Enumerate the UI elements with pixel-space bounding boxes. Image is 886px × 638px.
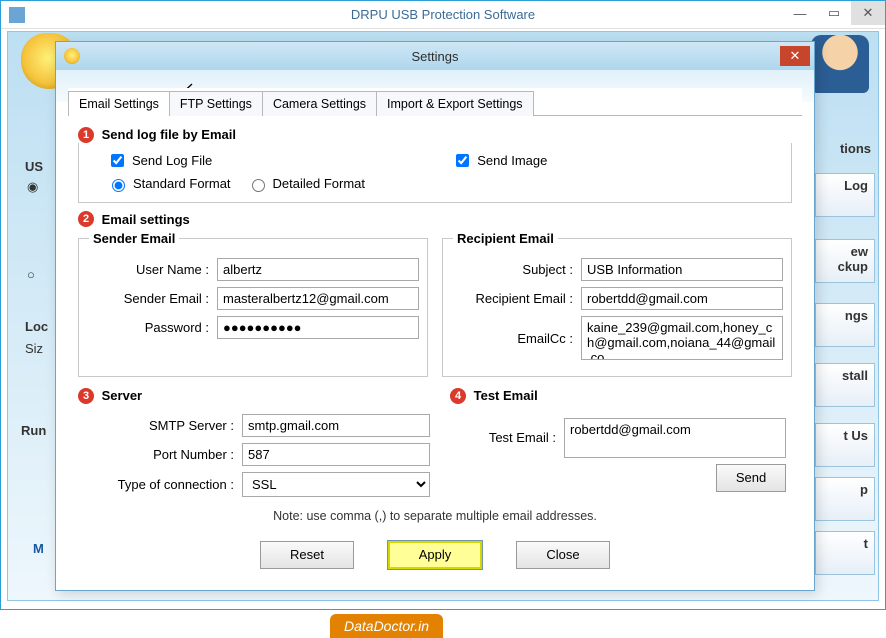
recipient-email-input[interactable] (581, 287, 783, 310)
send-image-checkbox[interactable]: Send Image (452, 151, 547, 170)
detailed-format-input[interactable] (252, 179, 265, 192)
send-button[interactable]: Send (716, 464, 786, 492)
main-title: DRPU USB Protection Software (351, 7, 535, 22)
subject-input[interactable] (581, 258, 783, 281)
step-badge-1: 1 (78, 127, 94, 143)
side-btn-install[interactable]: stall (815, 363, 875, 407)
side-btn-contact[interactable]: t Us (815, 423, 875, 467)
apply-button[interactable]: Apply (388, 541, 482, 569)
step-badge-4: 4 (450, 388, 466, 404)
detailed-format-radio[interactable]: Detailed Format (247, 176, 365, 192)
email-cc-label: EmailCc : (453, 331, 573, 346)
tab-email-settings[interactable]: Email Settings (68, 91, 170, 116)
footer-brand: DataDoctor.in (330, 614, 443, 638)
side-btn-help[interactable]: p (815, 477, 875, 521)
tab-import-export-settings[interactable]: Import & Export Settings (376, 91, 533, 116)
peek-radio-1[interactable]: ◉ (27, 179, 38, 195)
tab-ftp-settings[interactable]: FTP Settings (169, 91, 263, 116)
side-btn-settings[interactable]: ngs (815, 303, 875, 347)
port-input[interactable] (242, 443, 430, 466)
peek-us-label: US (25, 159, 43, 174)
dialog-title: Settings (412, 49, 459, 64)
dialog-body: Email Settings FTP Settings Camera Setti… (68, 88, 802, 576)
sender-email-group: Sender Email User Name : Sender Email : … (78, 231, 428, 377)
close-button[interactable]: ✕ (851, 1, 885, 25)
main-titlebar: DRPU USB Protection Software — ▭ ✕ (1, 1, 885, 29)
dialog-close-button[interactable]: ✕ (780, 46, 810, 66)
side-btn-log[interactable]: Log (815, 173, 875, 217)
port-label: Port Number : (84, 447, 234, 462)
subject-label: Subject : (453, 262, 573, 277)
avatar-icon (811, 35, 869, 93)
username-label: User Name : (89, 262, 209, 277)
smtp-input[interactable] (242, 414, 430, 437)
maximize-button[interactable]: ▭ (817, 1, 851, 25)
test-email-input[interactable] (564, 418, 786, 458)
recipient-email-group: Recipient Email Subject : Recipient Emai… (442, 231, 792, 377)
dialog-titlebar: Settings ✕ (56, 42, 814, 70)
peek-m-label: M (33, 541, 44, 556)
app-icon (9, 7, 25, 23)
standard-format-input[interactable] (112, 179, 125, 192)
send-image-input[interactable] (456, 154, 469, 167)
conn-type-select[interactable]: SSL (242, 472, 430, 497)
password-label: Password : (89, 320, 209, 335)
password-input[interactable] (217, 316, 419, 339)
section-email-settings-title: Email settings (102, 212, 190, 227)
note-text: Note: use comma (,) to separate multiple… (78, 509, 792, 523)
peek-size-label: Siz (25, 341, 43, 356)
standard-format-radio[interactable]: Standard Format (107, 176, 231, 192)
sender-email-legend: Sender Email (89, 231, 179, 246)
username-input[interactable] (217, 258, 419, 281)
peek-run-label: Run (21, 423, 46, 438)
close-button-dialog[interactable]: Close (516, 541, 610, 569)
peek-tions-header: tions (840, 141, 871, 156)
send-log-block: Send Log File Send Image Standard Format (78, 143, 792, 203)
recipient-email-label: Recipient Email : (453, 291, 573, 306)
section-server-title: Server (102, 388, 142, 403)
minimize-button[interactable]: — (783, 1, 817, 25)
step-badge-2: 2 (78, 211, 94, 227)
reset-button[interactable]: Reset (260, 541, 354, 569)
side-btn-exit[interactable]: t (815, 531, 875, 575)
email-cc-input[interactable] (581, 316, 783, 360)
send-log-file-checkbox[interactable]: Send Log File (107, 151, 212, 170)
sender-email-label: Sender Email : (89, 291, 209, 306)
main-window: DRPU USB Protection Software — ▭ ✕ US ◉ … (0, 0, 886, 610)
smtp-label: SMTP Server : (84, 418, 234, 433)
send-log-file-input[interactable] (111, 154, 124, 167)
recipient-email-legend: Recipient Email (453, 231, 558, 246)
step-badge-3: 3 (78, 388, 94, 404)
conn-type-label: Type of connection : (84, 477, 234, 492)
tab-strip: Email Settings FTP Settings Camera Setti… (68, 90, 802, 116)
section-test-email-title: Test Email (474, 388, 538, 403)
dialog-icon (64, 48, 80, 64)
peek-radio-2[interactable]: ○ (27, 267, 35, 282)
peek-loc-label: Loc (25, 319, 48, 334)
sender-email-input[interactable] (217, 287, 419, 310)
tab-camera-settings[interactable]: Camera Settings (262, 91, 377, 116)
section-send-log-title: Send log file by Email (102, 127, 236, 142)
test-email-label: Test Email : (456, 430, 556, 445)
settings-dialog: Settings ✕ Email Settings FTP Settings C… (55, 41, 815, 591)
side-btn-backup[interactable]: ew ckup (815, 239, 875, 283)
